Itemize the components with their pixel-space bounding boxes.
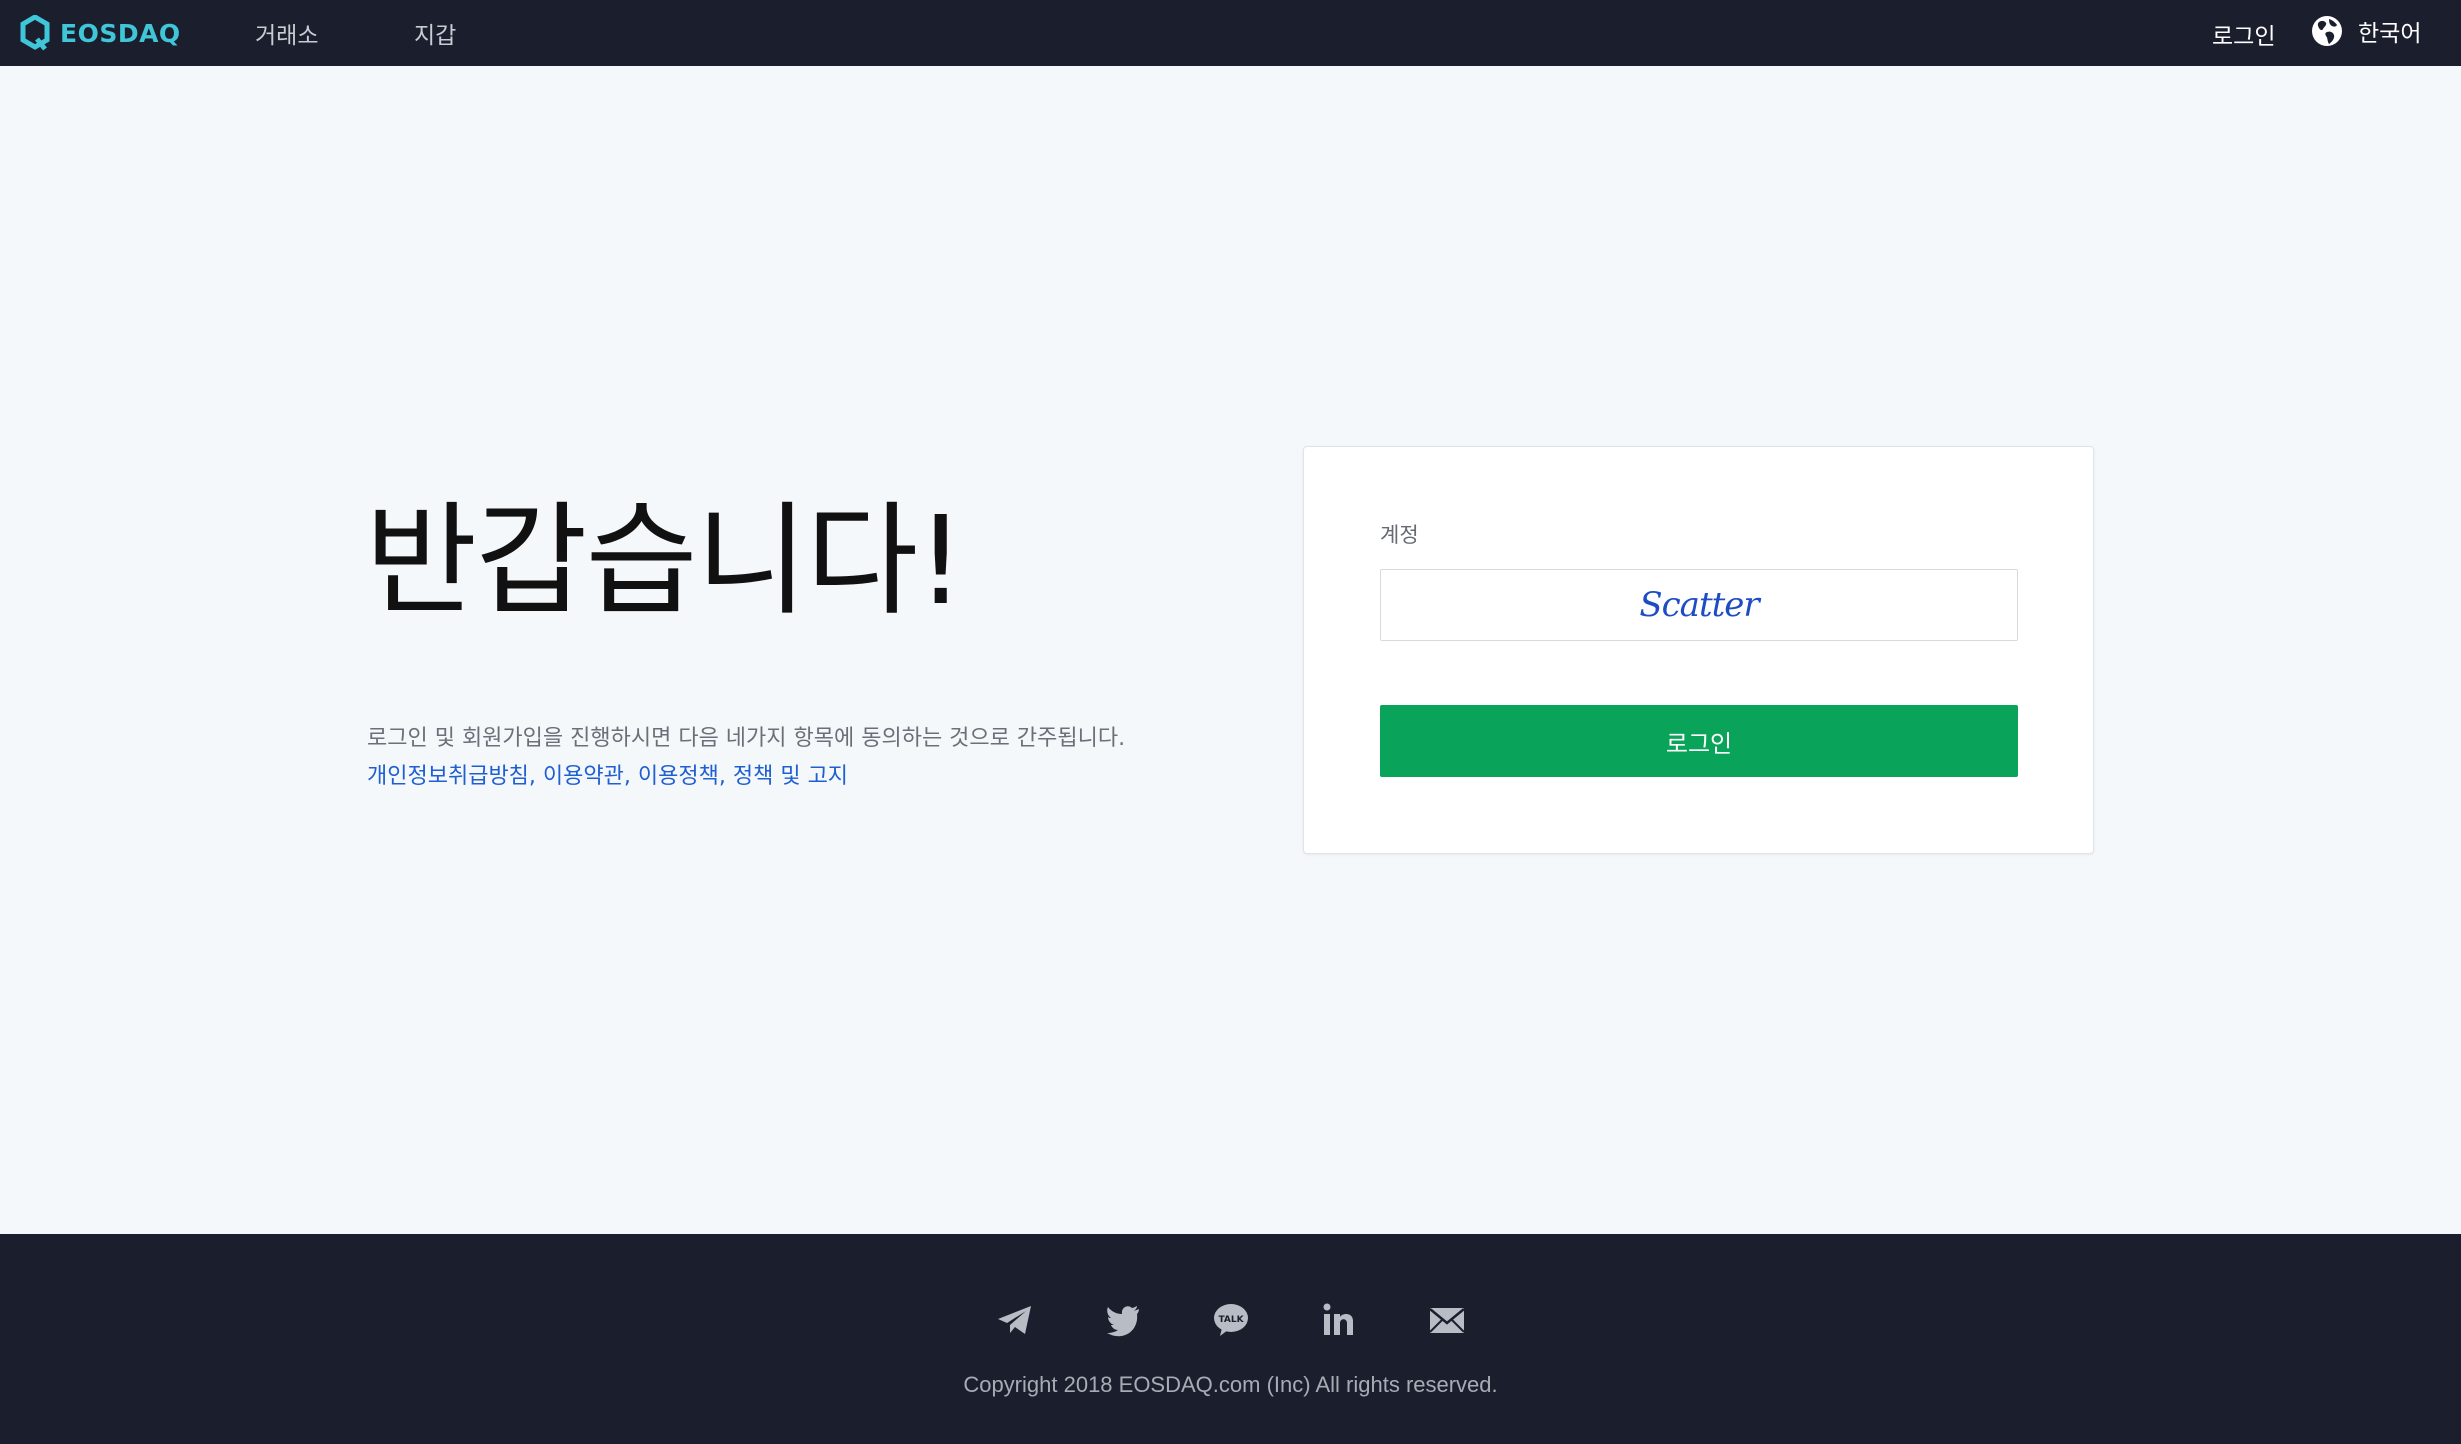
globe-icon (2312, 16, 2342, 46)
privacy-policy-link[interactable]: 개인정보취급방침 (367, 764, 529, 789)
eosdaq-logo-icon (20, 15, 50, 51)
twitter-icon[interactable] (1103, 1300, 1143, 1340)
language-label: 한국어 (2358, 21, 2422, 47)
eosdaq-logo[interactable]: EOSDAQ (20, 15, 181, 51)
telegram-icon[interactable] (995, 1300, 1035, 1340)
terms-of-use-link[interactable]: 이용약관 (543, 764, 624, 789)
copyright-text: Copyright 2018 EOSDAQ.com (Inc) All righ… (963, 1372, 1498, 1397)
top-navigation-bar: EOSDAQ 거래소 지갑 로그인 한국어 (0, 0, 2461, 66)
login-card: 계정 Scatter 로그인 (1303, 446, 2094, 854)
nav-wallet[interactable]: 지갑 (414, 16, 456, 50)
account-label: 계정 (1380, 523, 1419, 547)
usage-policy-link[interactable]: 이용정책 (638, 764, 719, 789)
nav-exchange[interactable]: 거래소 (255, 16, 318, 50)
login-button[interactable]: 로그인 (1380, 705, 2018, 777)
policy-links: 개인정보취급방침, 이용약관, 이용정책, 정책 및 고지 (367, 758, 848, 796)
scatter-account-selector[interactable]: Scatter (1380, 569, 2018, 641)
linkedin-icon[interactable] (1319, 1300, 1359, 1340)
welcome-heading: 반갑습니다! (365, 490, 965, 632)
svg-text:TALK: TALK (1218, 1315, 1244, 1325)
language-selector[interactable]: 한국어 (2310, 14, 2421, 48)
social-links: TALK (0, 1300, 2461, 1340)
footer: TALK Copyright 2018 EOSDAQ.com (Inc) All… (0, 1234, 2461, 1444)
email-icon[interactable] (1427, 1300, 1467, 1340)
link-separator: , (718, 764, 726, 789)
terms-notice: 로그인 및 회원가입을 진행하시면 다음 네가지 항목에 동의하는 것으로 간주… (367, 726, 1126, 751)
scatter-logo: Scatter (1639, 585, 1759, 625)
link-separator: , (528, 764, 536, 789)
link-separator: , (623, 764, 631, 789)
brand-name: EOSDAQ (60, 18, 181, 48)
kakaotalk-icon[interactable]: TALK (1211, 1300, 1251, 1340)
header-login-link[interactable]: 로그인 (2212, 17, 2275, 51)
policy-notice-link[interactable]: 정책 및 고지 (733, 764, 848, 789)
